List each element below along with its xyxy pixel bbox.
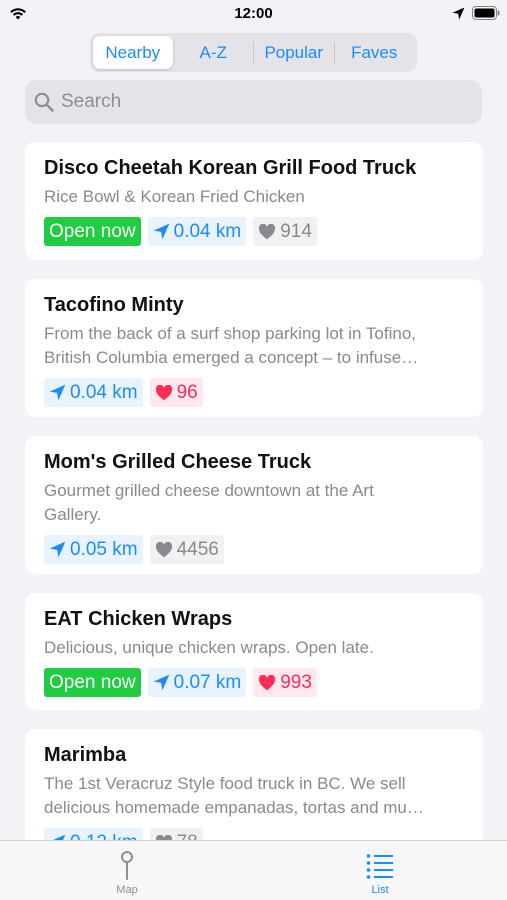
truck-name: EAT Chicken Wraps xyxy=(44,608,233,630)
pin-icon xyxy=(121,851,133,880)
list-icon xyxy=(366,854,393,879)
badge-row: 0.12 km 78 xyxy=(44,828,464,840)
truck-name: Marimba xyxy=(44,744,127,766)
tab-bar: Map List xyxy=(0,840,507,900)
badge-row: 0.05 km 4456 xyxy=(44,535,464,564)
heart-icon xyxy=(259,674,276,690)
distance-value: 0.04 km xyxy=(173,220,242,242)
battery-icon xyxy=(472,6,500,20)
badge-row: 0.04 km 96 xyxy=(44,378,464,407)
distance-badge: 0.04 km xyxy=(44,378,143,407)
distance-badge: 0.12 km xyxy=(44,828,143,840)
distance-value: 0.04 km xyxy=(70,381,138,403)
open-now-badge: Open now xyxy=(44,217,141,246)
favorites-badge[interactable]: 914 xyxy=(253,217,317,246)
favorites-badge[interactable]: 96 xyxy=(149,378,203,407)
search-input[interactable] xyxy=(61,91,441,113)
location-arrow-icon xyxy=(49,384,66,401)
heart-icon xyxy=(155,384,172,400)
favorites-count: 914 xyxy=(280,220,312,242)
location-arrow-icon xyxy=(153,223,169,240)
segment-nearby[interactable]: Nearby xyxy=(93,36,173,69)
favorites-count: 78 xyxy=(177,832,198,841)
favorites-badge[interactable]: 993 xyxy=(253,668,317,697)
truck-description: Rice Bowl & Korean Fried Chicken xyxy=(44,187,305,206)
heart-icon xyxy=(259,223,276,239)
truck-list[interactable]: Disco Cheetah Korean Grill Food Truck Ri… xyxy=(25,142,483,840)
search-bar[interactable] xyxy=(25,80,482,124)
heart-icon xyxy=(155,541,172,557)
status-time: 12:00 xyxy=(234,5,273,22)
truck-card[interactable]: Disco Cheetah Korean Grill Food Truck Ri… xyxy=(25,142,483,260)
segment-faves[interactable]: Faves xyxy=(335,36,415,69)
favorites-badge[interactable]: 4456 xyxy=(149,535,224,564)
truck-name: Mom's Grilled Cheese Truck xyxy=(44,451,312,473)
tab-map[interactable]: Map xyxy=(47,841,207,900)
distance-value: 0.07 km xyxy=(173,671,242,693)
location-arrow-icon xyxy=(49,541,66,558)
badge-row: Open now 0.04 km 914 xyxy=(44,217,464,246)
truck-card[interactable]: Mom's Grilled Cheese Truck Gourmet grill… xyxy=(25,436,483,574)
truck-description: The 1st Veracruz Style food truck in BC.… xyxy=(44,774,424,817)
truck-name: Disco Cheetah Korean Grill Food Truck xyxy=(44,157,417,179)
truck-description: From the back of a surf shop parking lot… xyxy=(44,324,419,367)
truck-card[interactable]: Marimba The 1st Veracruz Style food truc… xyxy=(25,729,483,840)
tab-label: List xyxy=(371,884,389,896)
truck-card[interactable]: EAT Chicken Wraps Delicious, unique chic… xyxy=(25,593,483,710)
distance-value: 0.12 km xyxy=(70,832,138,841)
distance-badge: 0.07 km xyxy=(147,668,247,697)
truck-name: Tacofino Minty xyxy=(44,294,184,316)
badge-row: Open now 0.07 km 993 xyxy=(44,668,464,697)
location-arrow-icon xyxy=(153,674,169,691)
open-now-badge: Open now xyxy=(44,668,141,697)
distance-badge: 0.04 km xyxy=(147,217,247,246)
favorites-count: 4456 xyxy=(176,538,219,560)
search-icon xyxy=(34,92,54,112)
tab-list[interactable]: List xyxy=(300,841,460,900)
truck-description: Delicious, unique chicken wraps. Open la… xyxy=(44,638,374,657)
favorites-count: 993 xyxy=(280,671,312,693)
segment-a-z[interactable]: A-Z xyxy=(174,36,254,69)
truck-card[interactable]: Tacofino Minty From the back of a surf s… xyxy=(25,279,483,417)
distance-value: 0.05 km xyxy=(70,538,138,560)
status-bar: 12:00 xyxy=(0,0,507,28)
location-arrow-icon xyxy=(452,7,465,20)
favorites-count: 96 xyxy=(176,381,198,403)
segment-popular[interactable]: Popular xyxy=(254,36,334,69)
distance-badge: 0.05 km xyxy=(44,535,143,564)
favorites-badge[interactable]: 78 xyxy=(149,828,203,841)
truck-description: Gourmet grilled cheese downtown at the A… xyxy=(44,481,374,524)
sort-segmented-control: Nearby A-Z Popular Faves xyxy=(90,33,417,72)
tab-label: Map xyxy=(116,884,138,896)
